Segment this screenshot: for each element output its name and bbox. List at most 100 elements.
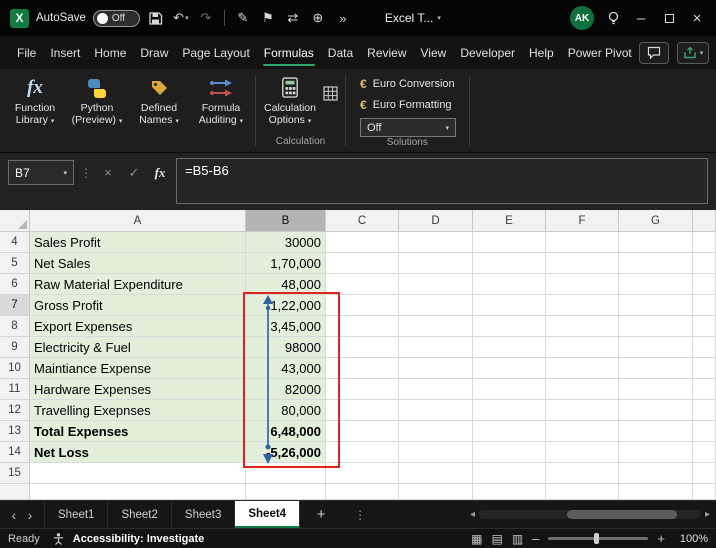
cell-F9[interactable] (546, 337, 619, 358)
cell-E14[interactable] (473, 442, 546, 463)
cell-D15[interactable] (399, 463, 473, 484)
avatar[interactable]: AK (570, 6, 594, 30)
redo-icon[interactable]: ↷ (197, 6, 215, 30)
cell-E12[interactable] (473, 400, 546, 421)
add-command-icon[interactable]: ⊕ (309, 6, 327, 30)
cell-G9[interactable] (619, 337, 693, 358)
cell-D5[interactable] (399, 253, 473, 274)
cell-C8[interactable] (326, 316, 399, 337)
cell-G8[interactable] (619, 316, 693, 337)
function-library-button[interactable]: fx Function Library ▾ (4, 72, 66, 132)
cancel-icon[interactable]: × (98, 160, 118, 185)
cell-E11[interactable] (473, 379, 546, 400)
cell-A10[interactable]: Maintiance Expense (30, 358, 246, 379)
menu-item-draw[interactable]: Draw (133, 36, 175, 69)
cell-D10[interactable] (399, 358, 473, 379)
cell-E13[interactable] (473, 421, 546, 442)
column-header-D[interactable]: D (399, 210, 473, 232)
minimize-button[interactable]: – (632, 6, 650, 30)
defined-names-button[interactable]: Defined Names ▾ (128, 72, 190, 132)
cell-F4[interactable] (546, 232, 619, 253)
cell-G10[interactable] (619, 358, 693, 379)
cell-A13[interactable]: Total Expenses (30, 421, 246, 442)
euro-conversion-button[interactable]: € Euro Conversion (357, 74, 458, 93)
menu-item-power-pivot[interactable]: Power Pivot (561, 36, 639, 69)
menu-item-review[interactable]: Review (360, 36, 413, 69)
cell-F15[interactable] (546, 463, 619, 484)
cell-G13[interactable] (619, 421, 693, 442)
cell-B13[interactable]: 6,48,000 (246, 421, 326, 442)
cell-D8[interactable] (399, 316, 473, 337)
cell-A7[interactable]: Gross Profit (30, 295, 246, 316)
menu-item-help[interactable]: Help (522, 36, 561, 69)
row-header-14[interactable]: 14 (0, 442, 30, 463)
calculation-options-button[interactable]: Calculation Options ▾ (259, 72, 321, 132)
cell-C14[interactable] (326, 442, 399, 463)
cell-C11[interactable] (326, 379, 399, 400)
cell-D4[interactable] (399, 232, 473, 253)
accessibility-status[interactable]: Accessibility: Investigate (73, 533, 204, 545)
sheet-tab-sheet4[interactable]: Sheet4 (235, 501, 301, 528)
cell-C10[interactable] (326, 358, 399, 379)
column-header-E[interactable]: E (473, 210, 546, 232)
cell-B11[interactable]: 82000 (246, 379, 326, 400)
switch-windows-icon[interactable]: ⇄ (284, 6, 302, 30)
lightbulb-icon[interactable] (604, 6, 622, 30)
formula-input[interactable]: =B5-B6 (176, 158, 708, 204)
column-header-G[interactable]: G (619, 210, 693, 232)
cell-A11[interactable]: Hardware Expenses (30, 379, 246, 400)
menu-item-insert[interactable]: Insert (43, 36, 87, 69)
cell-B5[interactable]: 1,70,000 (246, 253, 326, 274)
sheet-tab-sheet1[interactable]: Sheet1 (44, 501, 109, 528)
cell-G4[interactable] (619, 232, 693, 253)
cell-F5[interactable] (546, 253, 619, 274)
cell-G7[interactable] (619, 295, 693, 316)
cell-B15[interactable] (246, 463, 326, 484)
cell-C4[interactable] (326, 232, 399, 253)
name-box-resizer[interactable]: ⋮ (80, 161, 92, 186)
formula-auditing-button[interactable]: Formula Auditing ▾ (190, 72, 252, 132)
zoom-slider[interactable] (548, 533, 649, 544)
cell-A14[interactable]: Net Loss (30, 442, 246, 463)
cell-D9[interactable] (399, 337, 473, 358)
cell-A4[interactable]: Sales Profit (30, 232, 246, 253)
column-header-A[interactable]: A (30, 210, 246, 232)
cell-B4[interactable]: 30000 (246, 232, 326, 253)
cell-F11[interactable] (546, 379, 619, 400)
zoom-in-button[interactable]: + (657, 531, 665, 546)
cell-E9[interactable] (473, 337, 546, 358)
cell-B7[interactable]: 1,22,000 (246, 295, 326, 316)
row-header-6[interactable]: 6 (0, 274, 30, 295)
cell-G5[interactable] (619, 253, 693, 274)
row-header-11[interactable]: 11 (0, 379, 30, 400)
page-break-view-icon[interactable]: ▥ (512, 532, 523, 546)
cell-C15[interactable] (326, 463, 399, 484)
cell-G15[interactable] (619, 463, 693, 484)
cell-D7[interactable] (399, 295, 473, 316)
cell-A12[interactable]: Travelling Exepnses (30, 400, 246, 421)
zoom-out-button[interactable]: – (532, 531, 539, 546)
row-header-15[interactable]: 15 (0, 463, 30, 484)
sheet-tab-sheet2[interactable]: Sheet2 (108, 501, 172, 528)
row-header-8[interactable]: 8 (0, 316, 30, 337)
cell-E8[interactable] (473, 316, 546, 337)
maximize-button[interactable] (660, 6, 678, 30)
cell-A8[interactable]: Export Expenses (30, 316, 246, 337)
cell-F13[interactable] (546, 421, 619, 442)
share-button[interactable]: ▾ (676, 41, 710, 64)
add-sheet-button[interactable]: + (312, 506, 330, 523)
cell-E5[interactable] (473, 253, 546, 274)
cell-G12[interactable] (619, 400, 693, 421)
cell-D12[interactable] (399, 400, 473, 421)
flag-icon[interactable]: ⚑ (259, 6, 277, 30)
cell-E15[interactable] (473, 463, 546, 484)
row-header-10[interactable]: 10 (0, 358, 30, 379)
save-icon[interactable] (147, 6, 165, 30)
cell-E10[interactable] (473, 358, 546, 379)
cell-B6[interactable]: 48,000 (246, 274, 326, 295)
cell-C5[interactable] (326, 253, 399, 274)
undo-icon[interactable]: ↶ ▾ (172, 6, 190, 30)
zoom-percentage[interactable]: 100% (674, 533, 708, 545)
comments-button[interactable] (638, 41, 669, 64)
page-layout-view-icon[interactable]: ▤ (491, 532, 502, 546)
